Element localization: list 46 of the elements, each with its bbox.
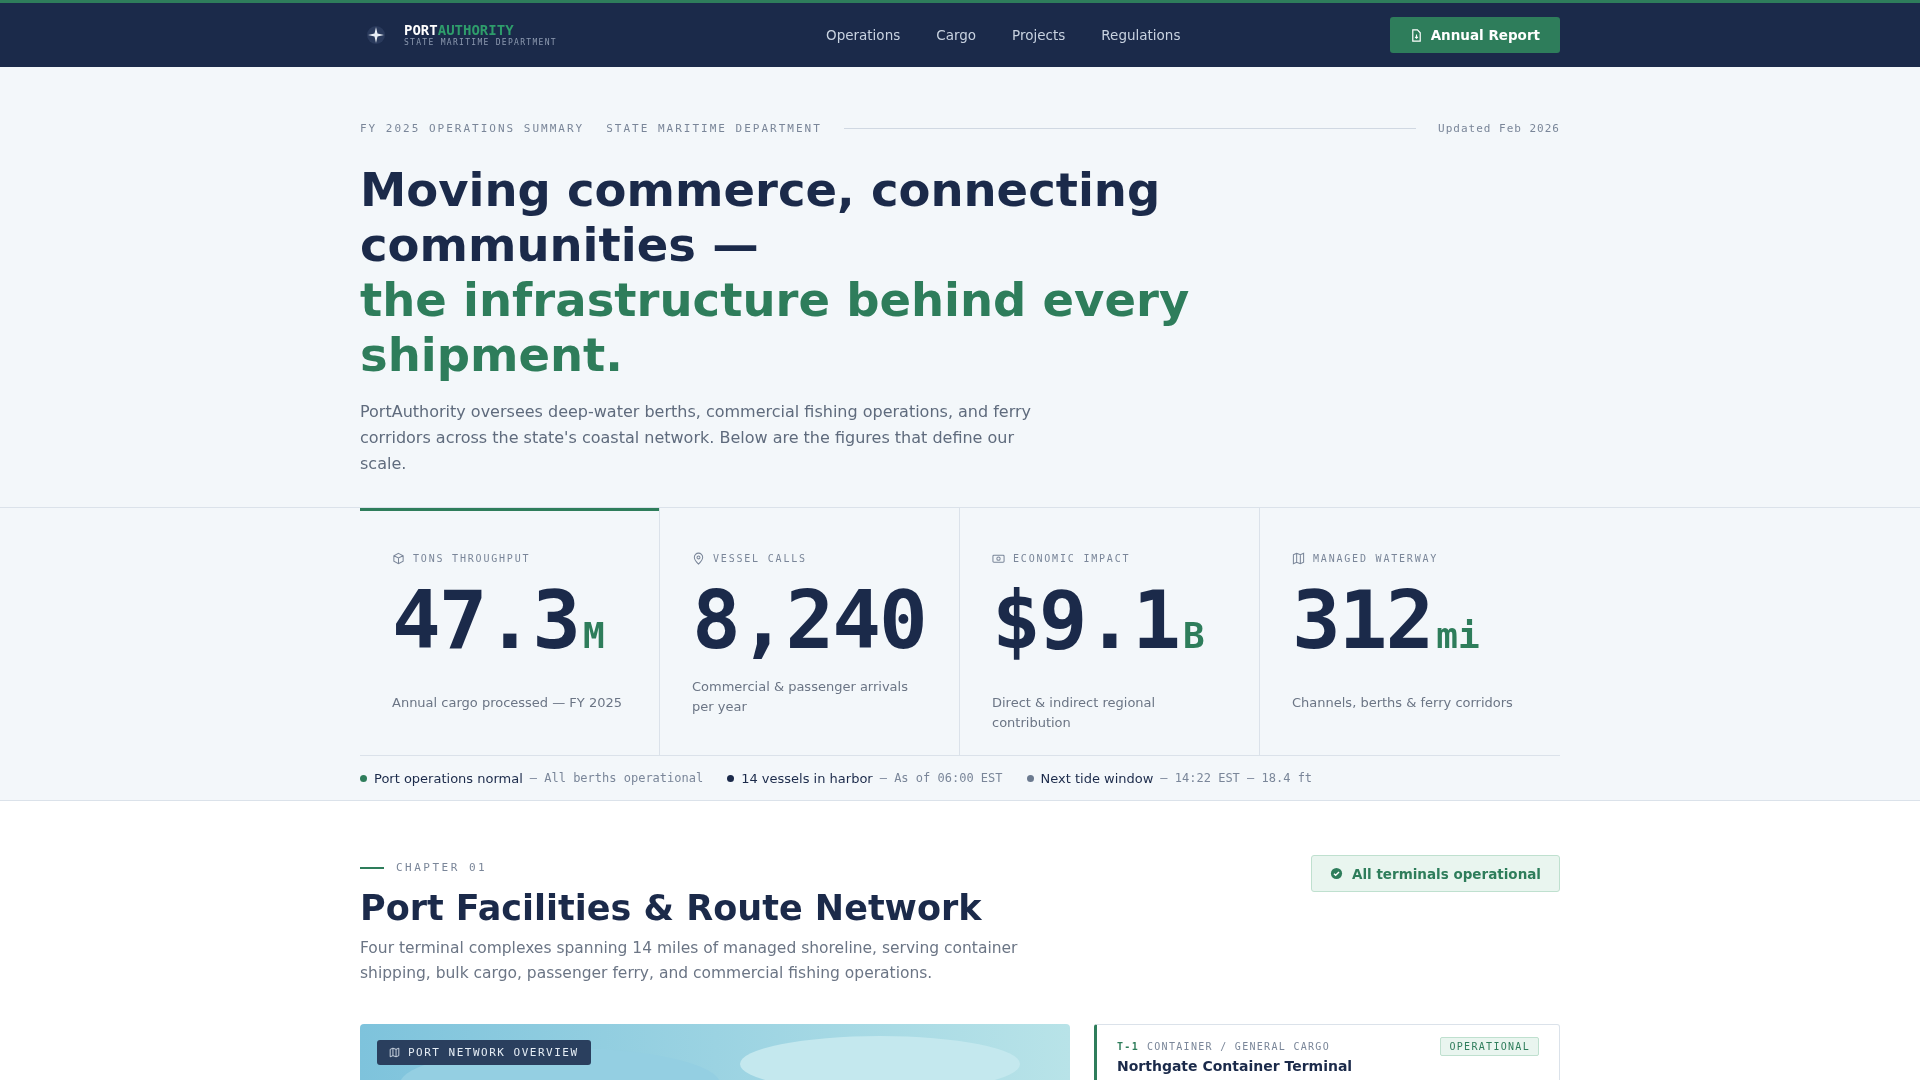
document-icon (1409, 28, 1423, 42)
terminal-name: Northgate Container Terminal (1117, 1058, 1354, 1075)
stat-caption: Channels, berths & ferry corridors (1292, 694, 1514, 712)
stat-value: 312 mi (1292, 577, 1481, 669)
stat-label: VESSEL CALLS (713, 553, 807, 564)
stat-label: ECONOMIC IMPACT (1013, 553, 1131, 564)
terminal-code: T-1 (1117, 1041, 1139, 1052)
map-icon (1292, 552, 1305, 565)
hero-headline: Moving commerce, connecting communities — the infrastructure behind every shipment. (360, 163, 1191, 383)
status-badge: All terminals operational (1311, 855, 1560, 892)
check-circle-icon (1330, 867, 1343, 880)
stat-label: TONS THROUGHPUT (413, 553, 531, 564)
section-description: Four terminal complexes spanning 14 miles of managed shoreline, serving container shipping, bulk cargo, passenger ferry, and commercial fishing operations. (360, 938, 1019, 984)
banknote-icon (992, 552, 1005, 565)
status-detail: — All berths operational (529, 771, 704, 785)
status-detail: — 14:22 EST — 18.4 ft (1160, 771, 1313, 785)
stat-value: 47.3 M (392, 577, 606, 669)
updated-date: Updated Feb 2026 (1438, 122, 1560, 135)
status-detail: — As of 06:00 EST (879, 771, 1003, 785)
map-icon (389, 1047, 400, 1058)
stat-caption: Annual cargo processed — FY 2025 (392, 694, 623, 712)
nav-link[interactable]: Cargo (936, 27, 977, 43)
map-tag: PORT NETWORK OVERVIEW (377, 1040, 591, 1065)
logo-subtitle: STATE MARITIME DEPARTMENT (404, 38, 557, 47)
hero-description: PortAuthority oversees deep-water berths, commercial fishing operations, and ferry corridors across the state's coastal network. Below are the figures that define our scale. (360, 401, 1033, 475)
status-label: Port operations normal (374, 770, 523, 786)
cube-icon (392, 552, 405, 565)
nav-link[interactable]: Projects (1012, 27, 1066, 43)
section-title: Port Facilities & Route Network (360, 887, 983, 930)
eyebrow-label: FY 2025 OPERATIONS SUMMARY (360, 122, 585, 135)
location-pin-icon (692, 552, 705, 565)
stat-label: MANAGED WATERWAY (1313, 553, 1439, 564)
logo-wordmark[interactable]: PORTAUTHORITY (404, 23, 557, 37)
stat-value: $9.1 B (992, 577, 1206, 669)
stat-caption: Commercial & passenger arrivals per year (692, 678, 909, 716)
chapter-label: CHAPTER 01 (396, 861, 488, 874)
status-label: Next tide window (1040, 770, 1154, 786)
status-label: 14 vessels in harbor (741, 770, 873, 786)
eyebrow-label: STATE MARITIME DEPARTMENT (606, 122, 822, 135)
terminal-type: CONTAINER / GENERAL CARGO (1146, 1041, 1330, 1052)
stat-value: 8,240 (692, 577, 927, 663)
stat-caption: Direct & indirect regional contribution (992, 694, 1157, 732)
annual-report-button[interactable]: Annual Report (1389, 17, 1560, 53)
nav-link[interactable]: Operations (826, 27, 901, 43)
status-tag: OPERATIONAL (1440, 1037, 1539, 1056)
nav-link[interactable]: Regulations (1101, 27, 1181, 43)
